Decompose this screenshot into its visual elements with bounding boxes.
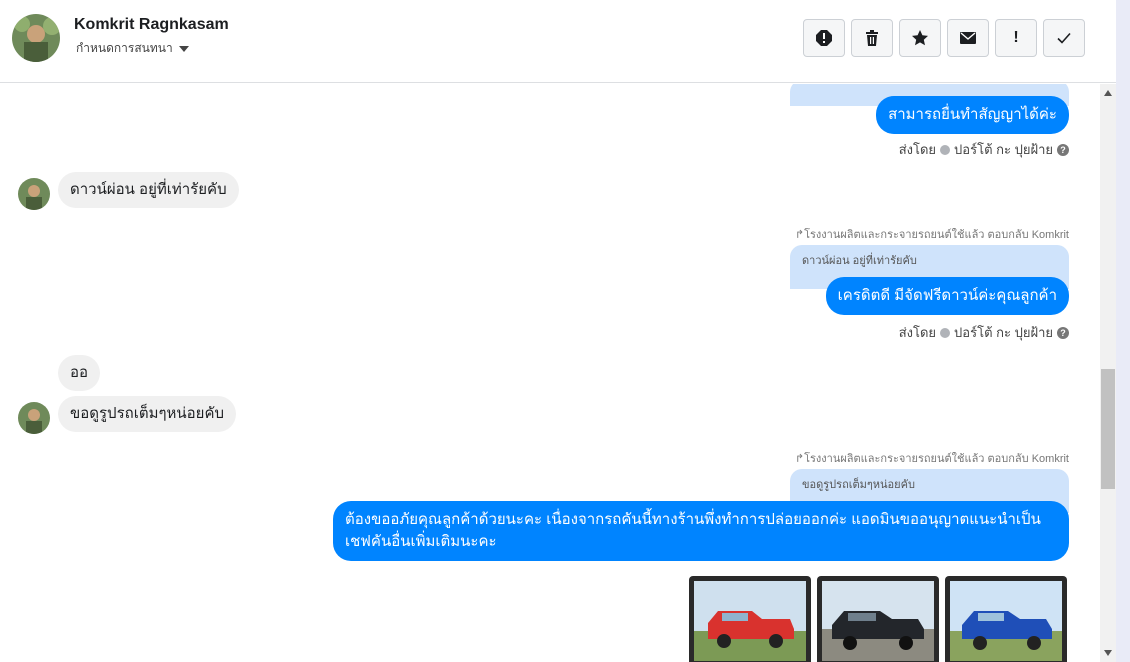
- page-icon: [940, 327, 951, 338]
- black-pickup-photo[interactable]: [817, 576, 939, 662]
- car-photo-black: [822, 581, 934, 661]
- follow-up-button[interactable]: !: [995, 19, 1037, 57]
- page-icon: [940, 144, 951, 155]
- incoming-message: ดาวน์ผ่อน อยู่ที่เท่ารัยคับ: [58, 172, 239, 208]
- outgoing-message: เครดิตดี มีจัดฟรีดาวน์ค่ะคุณลูกค้า: [825, 277, 1069, 315]
- checkmark-icon: [1057, 32, 1071, 44]
- help-icon[interactable]: ?: [1057, 326, 1069, 339]
- assign-conversation-dropdown[interactable]: กำหนดการสนทนา: [76, 39, 189, 58]
- replied-to-label: ↱โรงงานผลิตและกระจายรถยนต์ใช้แล้ว ตอบกลั…: [794, 229, 1069, 241]
- help-icon[interactable]: ?: [1057, 143, 1069, 156]
- sender-name: ปอร์โต้ กะ ปุยฝ้าย: [954, 325, 1053, 340]
- mark-done-button[interactable]: [1043, 19, 1085, 57]
- message-thread[interactable]: สามารถยื่นทำสัญญาได้ค่ะ ส่งโดย ปอร์โต้ ก…: [0, 84, 1100, 662]
- delete-button[interactable]: [851, 19, 893, 57]
- mail-icon: [960, 32, 976, 44]
- replied-to-label: ↱โรงงานผลิตและกระจายรถยนต์ใช้แล้ว ตอบกลั…: [794, 453, 1069, 465]
- red-pickup-photo[interactable]: [689, 576, 811, 662]
- thread-scrollbar[interactable]: [1100, 84, 1116, 662]
- blue-pickup-photo[interactable]: [945, 576, 1067, 662]
- inbox-conversation: Komkrit Ragnkasam กำหนดการสนทนา ! สามารถ…: [0, 0, 1130, 662]
- car-photo-blue: [950, 581, 1062, 661]
- photo-attachments: [689, 576, 1067, 662]
- incoming-message: ออ: [58, 355, 101, 391]
- contact-avatar-small: [18, 402, 50, 434]
- scrollbar-thumb[interactable]: [1101, 369, 1115, 489]
- star-button[interactable]: [899, 19, 941, 57]
- car-photo-red: [694, 581, 806, 661]
- star-icon: [912, 30, 928, 46]
- side-panel-edge: [1116, 0, 1130, 662]
- scroll-down-arrow-icon[interactable]: [1104, 650, 1112, 656]
- reply-arrow-icon: ↱: [794, 453, 805, 465]
- outgoing-message: สามารถยื่นทำสัญญาได้ค่ะ: [876, 96, 1069, 134]
- trash-icon: [866, 30, 878, 46]
- sender-name: ปอร์โต้ กะ ปุยฝ้าย: [954, 142, 1053, 157]
- contact-avatar[interactable]: [12, 14, 60, 62]
- outgoing-message: ต้องขออภัยคุณลูกค้าด้วยนะคะ เนื่องจากรถค…: [333, 501, 1069, 561]
- contact-name[interactable]: Komkrit Ragnkasam: [74, 16, 229, 34]
- sent-by-label: ส่งโดย: [898, 325, 937, 340]
- conversation-toolbar: !: [803, 19, 1085, 57]
- caret-down-icon: [178, 45, 189, 52]
- reply-arrow-icon: ↱: [794, 229, 805, 241]
- contact-avatar-small: [18, 178, 50, 210]
- sent-by-line: ส่งโดย ปอร์โต้ กะ ปุยฝ้าย ?: [899, 139, 1069, 160]
- assign-label: กำหนดการสนทนา: [76, 41, 173, 55]
- exclamation-icon: !: [1013, 29, 1019, 46]
- incoming-message: ขอดูรูปรถเต็มๆหน่อยคับ: [58, 396, 237, 432]
- sent-by-line: ส่งโดย ปอร์โต้ กะ ปุยฝ้าย ?: [899, 322, 1069, 343]
- sent-by-label: ส่งโดย: [898, 142, 937, 157]
- scroll-up-arrow-icon[interactable]: [1104, 90, 1112, 96]
- report-spam-button[interactable]: [803, 19, 845, 57]
- mark-unread-button[interactable]: [947, 19, 989, 57]
- report-spam-icon: [816, 30, 832, 46]
- conversation-header: Komkrit Ragnkasam กำหนดการสนทนา !: [0, 0, 1116, 83]
